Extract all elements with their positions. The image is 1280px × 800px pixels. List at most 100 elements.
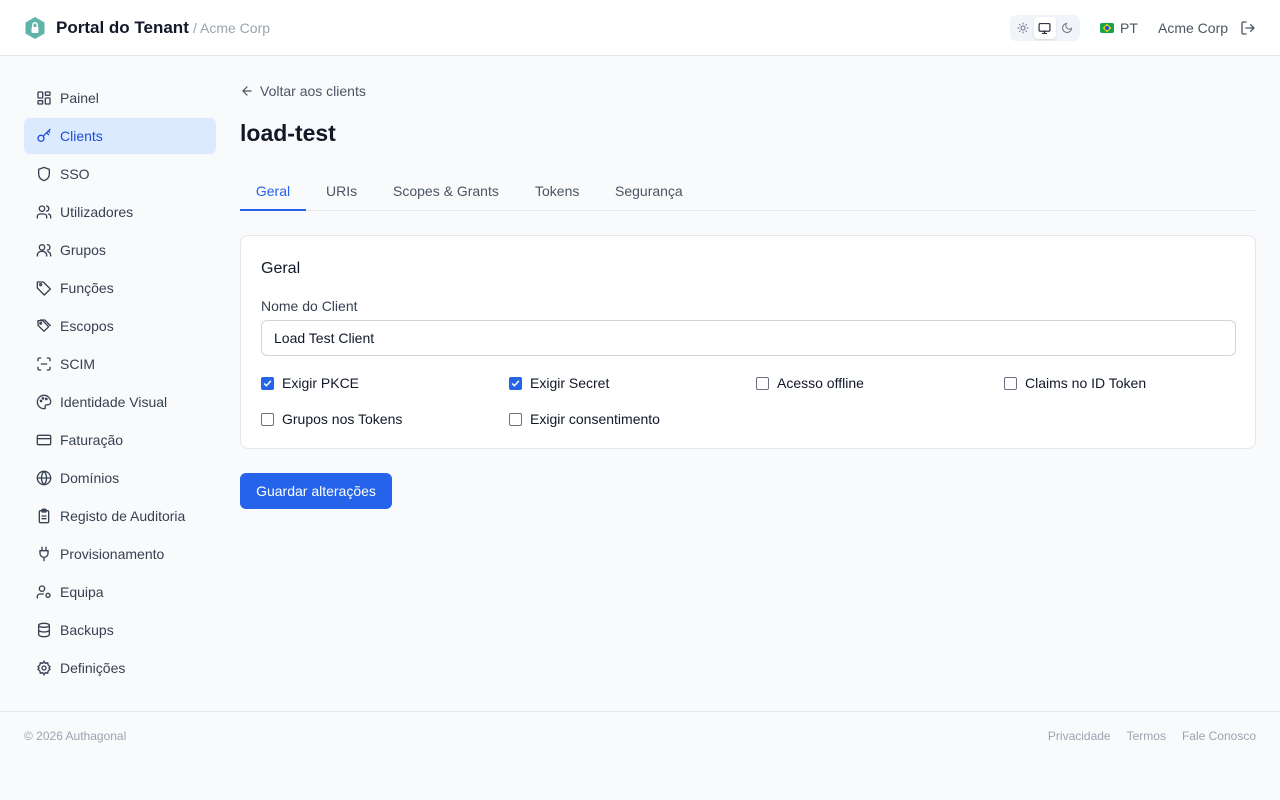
system-theme-button[interactable] [1034,17,1056,39]
sidebar-item-label: Registo de Auditoria [60,508,186,524]
sidebar-item-label: Identidade Visual [60,394,168,410]
sidebar-item-label: Painel [60,90,99,106]
shield-icon [38,166,50,182]
footer: © 2026 Authagonal Privacidade Termos Fal… [0,711,1280,800]
sidebar-item-definicoes[interactable]: Definições [24,650,216,686]
sidebar-item-label: Definições [60,660,126,676]
privacy-link[interactable]: Privacidade [1048,729,1111,743]
tag-icon [36,281,51,296]
checkbox-checked-icon [261,376,274,390]
terms-link[interactable]: Termos [1127,729,1166,743]
language-selector[interactable]: PT [1100,19,1138,37]
dashboard-icon [37,91,51,105]
footer-links: Privacidade Termos Fale Conosco [1048,729,1256,743]
checkbox-label: Claims no ID Token [1025,375,1147,391]
sidebar-item-label: Domínios [60,470,120,486]
checkbox-unchecked-icon [509,412,522,426]
palette-icon [36,394,52,410]
general-settings-card: Geral Nome do Client Exigir PKCE Exigir … [240,235,1256,449]
sidebar-item-label: Provisionamento [60,546,165,562]
checkbox-label: Acesso offline [777,375,864,391]
back-link-label: Voltar aos clients [260,83,366,99]
moon-icon [1062,22,1073,33]
logout-icon[interactable] [1240,20,1256,36]
light-theme-button[interactable] [1012,17,1033,39]
checkbox-checked-icon [509,376,522,390]
client-name-input[interactable] [261,320,1236,356]
monitor-icon [1039,22,1051,34]
sidebar-item-utilizadores[interactable]: Utilizadores [24,194,216,230]
back-link[interactable]: Voltar aos clients [240,83,366,99]
checkbox-label: Exigir Secret [530,375,610,391]
sidebar-item-backups[interactable]: Backups [24,612,216,648]
require-secret-checkbox[interactable]: Exigir Secret [509,375,609,391]
sidebar-item-dominios[interactable]: Domínios [24,460,216,496]
tab-geral[interactable]: Geral [240,172,306,211]
language-label: PT [1120,20,1138,36]
arrow-left-icon [242,86,252,96]
key-icon [37,128,51,142]
sidebar-item-label: Funções [60,280,114,296]
sidebar-item-label: Backups [60,622,114,638]
save-button[interactable]: Guardar alterações [240,473,392,509]
id-token-claims-checkbox[interactable]: Claims no ID Token [1004,375,1146,391]
sidebar-item-label: Escopos [60,318,114,334]
tab-tokens[interactable]: Tokens [535,172,579,211]
logo-icon [25,17,45,39]
checkbox-unchecked-icon [1004,376,1017,390]
database-icon [38,622,50,638]
users-icon [36,205,52,219]
dark-theme-button[interactable] [1057,17,1078,39]
sidebar-item-label: SCIM [60,356,95,372]
globe-icon [36,470,52,486]
group-icon [36,244,52,257]
page-title: load-test [240,120,336,146]
tags-icon [37,319,52,332]
sidebar-item-provisionamento[interactable]: Provisionamento [24,536,216,572]
sidebar-item-sso[interactable]: SSO [24,156,216,192]
tab-uris[interactable]: URIs [326,172,357,211]
sidebar-item-equipa[interactable]: Equipa [24,574,216,610]
sun-icon [1017,22,1029,34]
clipboard-icon [38,508,50,524]
groups-in-tokens-checkbox[interactable]: Grupos nos Tokens [261,411,402,427]
gear-icon [37,660,51,676]
user-cog-icon [36,585,51,599]
breadcrumb: / Acme Corp [193,20,271,36]
checkbox-unchecked-icon [756,376,769,390]
checkbox-label: Exigir PKCE [282,375,360,391]
sidebar-item-scim[interactable]: SCIM [24,346,216,382]
sidebar-item-faturacao[interactable]: Faturação [24,422,216,458]
copyright: © 2026 Authagonal [24,729,127,743]
checkbox-label: Grupos nos Tokens [282,411,403,427]
sidebar-item-escopos[interactable]: Escopos [24,308,216,344]
top-bar: Portal do Tenant / Acme Corp PT Acme Cor… [0,0,1280,56]
credit-card-icon [36,434,52,446]
require-consent-checkbox[interactable]: Exigir consentimento [509,411,660,427]
sidebar-item-registo-auditoria[interactable]: Registo de Auditoria [24,498,216,534]
sidebar-item-grupos[interactable]: Grupos [24,232,216,268]
offline-access-checkbox[interactable]: Acesso offline [756,375,864,391]
sidebar-item-label: Grupos [60,242,106,258]
tab-bar: Geral URIs Scopes & Grants Tokens Segura… [240,172,1256,211]
card-title: Geral [261,260,301,277]
sidebar-item-label: Faturação [60,432,124,448]
sidebar-item-funcoes[interactable]: Funções [24,270,216,306]
contact-link[interactable]: Fale Conosco [1182,729,1256,743]
checkbox-label: Exigir consentimento [530,411,660,427]
checkbox-unchecked-icon [261,412,274,426]
require-pkce-checkbox[interactable]: Exigir PKCE [261,375,359,391]
sidebar-item-label: Utilizadores [60,204,134,220]
theme-switcher [1010,15,1080,41]
sidebar-item-identidade-visual[interactable]: Identidade Visual [24,384,216,420]
sidebar-item-painel[interactable]: Painel [24,80,216,116]
sidebar-item-label: Clients [60,128,103,144]
brazil-flag-icon [1100,23,1114,33]
tab-scopes-grants[interactable]: Scopes & Grants [393,172,499,211]
sidebar-item-label: SSO [60,166,90,182]
plug-icon [39,546,49,562]
sidebar-item-clients[interactable]: Clients [24,118,216,154]
sidebar-item-label: Equipa [60,584,104,600]
tab-seguranca[interactable]: Segurança [615,172,683,211]
app-title: Portal do Tenant [56,18,189,37]
